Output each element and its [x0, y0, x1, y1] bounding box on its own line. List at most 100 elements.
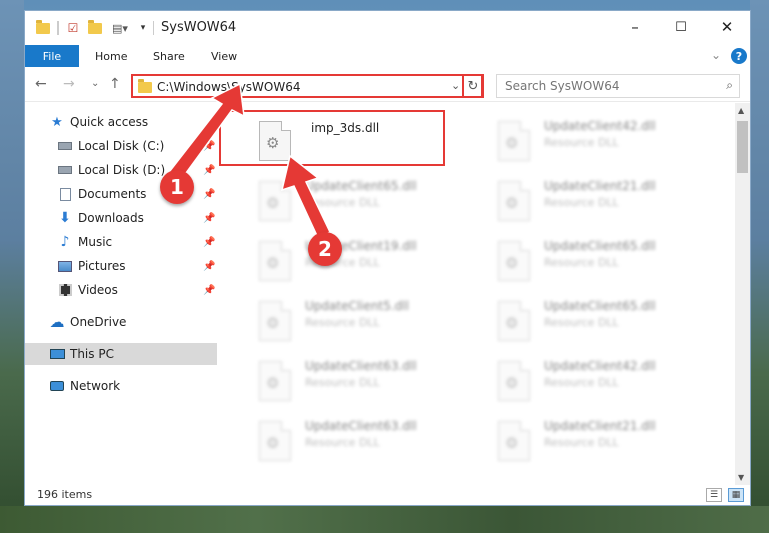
file-item[interactable]: ⚙ UpdateClient65.dll Resource DLL — [484, 293, 714, 349]
sidebar-item-this-pc[interactable]: This PC — [25, 343, 217, 365]
pin-icon: 📌 — [203, 164, 216, 176]
tab-share[interactable]: Share — [153, 45, 185, 67]
file-type: Resource DLL — [544, 316, 619, 329]
file-type: Resource DLL — [305, 376, 380, 389]
quick-access-dropdown-icon[interactable]: ▾ — [137, 19, 149, 37]
dll-file-icon: ⚙ — [498, 121, 530, 161]
tab-file[interactable]: File — [25, 45, 79, 67]
gear-icon: ⚙ — [266, 254, 280, 272]
dll-file-icon: ⚙ — [498, 181, 530, 221]
details-view-icon[interactable]: ☰ — [706, 488, 722, 502]
recent-locations-button[interactable]: ⌄ — [91, 78, 99, 89]
downloads-icon: ⬇ — [59, 210, 71, 226]
address-bar[interactable]: C:\Windows\SysWOW64 ⌄ — [131, 74, 483, 98]
pin-icon: 📌 — [203, 140, 216, 152]
sidebar-item-network[interactable]: Network — [25, 375, 217, 397]
file-item[interactable]: ⚙ UpdateClient63.dll Resource DLL — [245, 413, 475, 469]
annotation-marker-1: 1 — [160, 170, 194, 204]
file-name: UpdateClient65.dll — [305, 179, 417, 193]
file-type: Resource DLL — [544, 436, 619, 449]
tab-home[interactable]: Home — [95, 45, 127, 67]
title-bar: ☑ ▤▾ ▾ SysWOW64 – ☐ ✕ — [25, 11, 750, 45]
file-type: Resource DLL — [544, 136, 619, 149]
file-name: UpdateClient5.dll — [305, 299, 409, 313]
divider — [153, 21, 154, 35]
file-type: Resource DLL — [544, 376, 619, 389]
sidebar-item-label: Local Disk (D:) — [78, 163, 166, 177]
file-name: UpdateClient21.dll — [544, 179, 656, 193]
dll-file-icon: ⚙ — [259, 361, 291, 401]
file-item[interactable]: ⚙ UpdateClient5.dll Resource DLL — [245, 293, 475, 349]
maximize-button[interactable]: ☐ — [658, 11, 704, 43]
up-button[interactable]: ↑ — [109, 76, 121, 92]
sidebar-item-music[interactable]: ♪ Music 📌 — [25, 231, 217, 253]
file-type: Resource DLL — [305, 316, 380, 329]
search-box[interactable]: ⌕ — [496, 74, 740, 98]
cloud-icon: ☁ — [49, 313, 65, 331]
sidebar-item-label: This PC — [70, 347, 114, 361]
scroll-down-icon[interactable]: ▼ — [738, 473, 744, 482]
drive-icon — [57, 139, 73, 153]
sidebar-item-pictures[interactable]: Pictures 📌 — [25, 255, 217, 277]
customize-toolbar-icon[interactable]: ▤▾ — [109, 19, 131, 37]
file-type: Resource DLL — [305, 436, 380, 449]
file-item[interactable]: ⚙ UpdateClient63.dll Resource DLL — [245, 353, 475, 409]
pin-icon: 📌 — [203, 260, 216, 272]
status-bar: 196 items ☰ ▦ — [25, 485, 750, 506]
search-icon: ⌕ — [726, 78, 733, 92]
drive-icon — [57, 163, 73, 177]
scroll-thumb[interactable] — [737, 121, 748, 173]
music-icon: ♪ — [60, 234, 70, 250]
new-folder-icon[interactable] — [87, 19, 103, 37]
sidebar-item-label: Pictures — [78, 259, 126, 273]
sidebar-item-downloads[interactable]: ⬇ Downloads 📌 — [25, 207, 217, 229]
file-type: Resource DLL — [544, 256, 619, 269]
expand-ribbon-icon[interactable]: ⌄ — [711, 48, 721, 62]
file-name: UpdateClient65.dll — [544, 239, 656, 253]
gear-icon: ⚙ — [266, 314, 280, 332]
minimize-button[interactable]: – — [612, 11, 658, 43]
gear-icon: ⚙ — [505, 254, 519, 272]
close-button[interactable]: ✕ — [704, 11, 750, 43]
file-type: Resource DLL — [544, 196, 619, 209]
gear-icon: ⚙ — [266, 374, 280, 392]
vertical-scrollbar[interactable]: ▲ ▼ — [735, 103, 750, 485]
large-icons-view-icon[interactable]: ▦ — [728, 488, 744, 502]
file-item[interactable]: ⚙ UpdateClient42.dll Resource DLL — [484, 353, 714, 409]
gear-icon: ⚙ — [505, 134, 519, 152]
scroll-up-icon[interactable]: ▲ — [738, 106, 744, 115]
back-button[interactable]: ← — [35, 76, 47, 92]
sidebar-item-label: Documents — [78, 187, 147, 201]
sidebar-item-videos[interactable]: Videos 📌 — [25, 279, 217, 301]
file-item[interactable]: ⚙ UpdateClient21.dll Resource DLL — [484, 413, 714, 469]
pictures-icon — [57, 259, 73, 273]
gear-icon: ⚙ — [505, 374, 519, 392]
sidebar-item-label: Downloads — [78, 211, 144, 225]
sidebar-item-local-disk-c[interactable]: Local Disk (C:) 📌 — [25, 135, 217, 157]
file-item[interactable]: ⚙ UpdateClient21.dll Resource DLL — [484, 173, 714, 229]
refresh-button[interactable]: ↻ — [462, 74, 484, 98]
tab-view[interactable]: View — [211, 45, 237, 67]
file-name: UpdateClient42.dll — [544, 119, 656, 133]
file-item[interactable]: ⚙ UpdateClient65.dll Resource DLL — [484, 233, 714, 289]
file-name: UpdateClient21.dll — [544, 419, 656, 433]
help-icon[interactable]: ? — [731, 48, 747, 64]
file-item[interactable]: ⚙ UpdateClient65.dll Resource DLL — [245, 173, 475, 229]
sidebar-item-onedrive[interactable]: ☁ OneDrive — [25, 311, 217, 333]
pin-icon: 📌 — [203, 188, 216, 200]
pin-icon: 📌 — [203, 236, 216, 248]
desktop-wallpaper-bottom — [0, 506, 769, 533]
file-item[interactable]: ⚙ UpdateClient42.dll Resource DLL — [484, 113, 714, 169]
forward-button[interactable]: → — [63, 76, 75, 92]
address-dropdown-icon[interactable]: ⌄ — [451, 79, 460, 92]
search-input[interactable] — [505, 76, 715, 96]
pin-icon: 📌 — [203, 284, 216, 296]
sidebar-item-quick-access[interactable]: ★ Quick access — [25, 111, 217, 133]
properties-icon[interactable]: ☑ — [65, 19, 81, 37]
file-name: UpdateClient65.dll — [544, 299, 656, 313]
network-icon — [49, 379, 65, 393]
navigation-pane: ★ Quick access Local Disk (C:) 📌 Local D… — [25, 103, 217, 483]
file-item[interactable]: ⚙ UpdateClient19.dll Resource DLL — [245, 233, 475, 289]
highlight-box-file — [219, 110, 445, 166]
navigation-bar: ← → ⌄ ↑ C:\Windows\SysWOW64 ⌄ ↻ ⌕ — [25, 68, 750, 102]
